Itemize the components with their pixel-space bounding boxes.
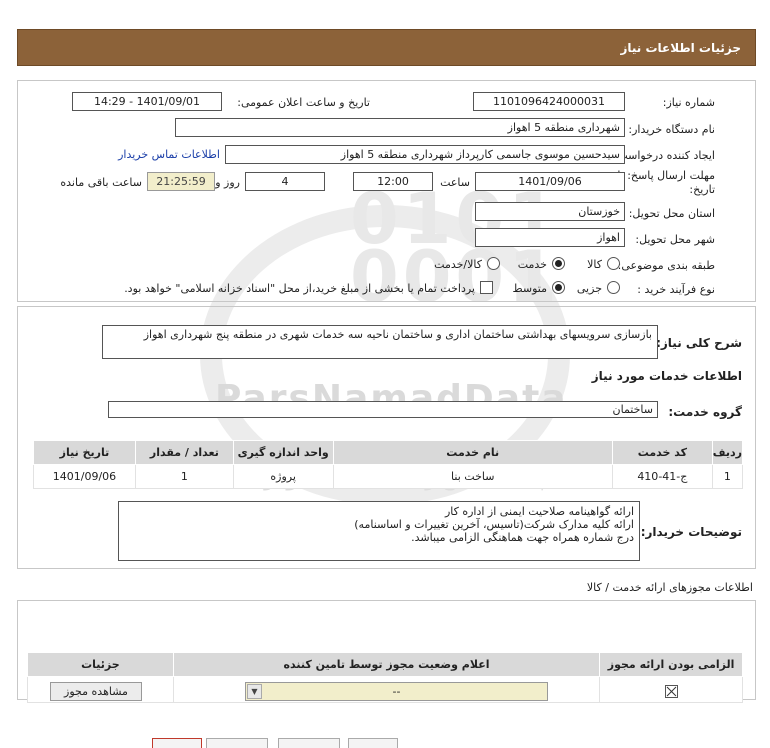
service-group-label: گروه خدمت:: [668, 405, 742, 419]
permits-section-title: اطلاعات مجوزهای ارائه خدمت / کالا: [586, 581, 753, 594]
page-title: جزئیات اطلاعات نیاز: [620, 40, 741, 55]
days-field[interactable]: 4: [245, 172, 325, 191]
process-label: نوع فرآیند خرید :: [637, 283, 715, 296]
buyer-org-label: نام دستگاه خریدار:: [628, 123, 715, 136]
province-field[interactable]: خوزستان: [475, 202, 625, 221]
need-number-label: شماره نیاز:: [662, 96, 715, 109]
category-option-goods-service: کالا/خدمت: [434, 258, 482, 271]
col-service-name: نام خدمت: [332, 440, 613, 465]
dropdown-arrow-icon[interactable]: ▼: [247, 684, 262, 699]
cell-service-name: ساخت بنا: [332, 464, 613, 489]
cell-quantity: 1: [134, 464, 234, 489]
announce-field[interactable]: 1401/09/01 - 14:29: [72, 92, 222, 111]
process-option-medium: متوسط: [512, 282, 547, 295]
col-permit-details: جزئیات: [27, 652, 174, 677]
creator-field[interactable]: سیدحسین موسوی جاسمی کارپرداز شهرداری منط…: [225, 145, 625, 164]
col-permit-status: اعلام وضعیت مجوز توسط تامین کننده: [172, 652, 601, 677]
permit-required-checkbox: [665, 685, 678, 698]
buyer-org-field[interactable]: شهرداری منطقه 5 اهواز: [175, 118, 625, 137]
category-radio-service[interactable]: [552, 257, 565, 270]
category-radio-goods[interactable]: [607, 257, 620, 270]
category-radio-goods-service[interactable]: [487, 257, 500, 270]
col-service-code: کد خدمت: [611, 440, 713, 465]
summary-field[interactable]: بازسازی سرویسهای بهداشتی ساختمان اداری و…: [102, 325, 658, 359]
footer-button-2[interactable]: [206, 738, 268, 748]
cell-row: 1: [711, 464, 744, 489]
footer-button-4[interactable]: [348, 738, 398, 748]
cell-unit: پروژه: [232, 464, 334, 489]
treasury-payment-checkbox[interactable]: [480, 281, 493, 294]
col-row: ردیف: [711, 440, 744, 465]
page-header: جزئیات اطلاعات نیاز: [17, 29, 756, 66]
deadline-time-field[interactable]: 12:00: [353, 172, 433, 191]
province-label: استان محل تحویل:: [628, 207, 715, 220]
deadline-label-date: تاریخ:: [689, 183, 715, 196]
col-permit-required: الزامی بودن ارائه مجوز: [599, 652, 743, 677]
buyer-notes-label: توضیحات خریدار:: [640, 525, 742, 539]
table-row[interactable]: 1 ج-41-410 ساخت بنا پروژه 1 1401/09/06: [33, 464, 744, 489]
creator-label: ایجاد کننده درخواست:: [613, 149, 715, 162]
permit-status-select[interactable]: -- ▼: [245, 682, 548, 701]
col-unit: واحد اندازه گیری: [232, 440, 334, 465]
remaining-time-field: 21:25:59: [147, 172, 215, 191]
city-field[interactable]: اهواز: [475, 228, 625, 247]
announce-label: تاریخ و ساعت اعلان عمومی:: [237, 96, 370, 109]
view-permit-button[interactable]: مشاهده مجوز: [50, 682, 142, 701]
remaining-label: ساعت باقی مانده: [60, 176, 142, 189]
service-group-field[interactable]: ساختمان: [108, 401, 658, 418]
buyer-notes-field[interactable]: ارائه گواهینامه صلاحیت ایمنی از اداره کا…: [118, 501, 640, 561]
category-label: طبقه بندی موضوعی:: [617, 259, 715, 272]
col-need-date: تاریخ نیاز: [33, 440, 136, 465]
footer-button-1[interactable]: [152, 738, 202, 748]
time-label: ساعت: [440, 176, 470, 189]
deadline-label: مهلت ارسال پاسخ: تا: [617, 169, 715, 182]
category-option-goods: کالا: [587, 258, 602, 271]
x-mark-icon: [666, 686, 677, 697]
need-number-field[interactable]: 1101096424000031: [473, 92, 625, 111]
process-radio-medium[interactable]: [552, 281, 565, 294]
contact-buyer-link[interactable]: اطلاعات تماس خریدار: [118, 148, 220, 161]
cell-service-code: ج-41-410: [611, 464, 713, 489]
col-quantity: تعداد / مقدار: [134, 440, 234, 465]
cell-need-date: 1401/09/06: [33, 464, 136, 489]
days-label: روز و: [215, 176, 240, 189]
permit-status-value: --: [392, 685, 401, 698]
city-label: شهر محل تحویل:: [635, 233, 715, 246]
process-option-minor: جزیی: [576, 282, 602, 295]
services-section-title: اطلاعات خدمات مورد نیاز: [591, 369, 742, 383]
summary-label: شرح کلی نیاز:: [656, 336, 742, 350]
footer-button-3[interactable]: [278, 738, 340, 748]
treasury-payment-note: پرداخت تمام یا بخشی از مبلغ خرید،از محل …: [124, 282, 475, 295]
deadline-date-field[interactable]: 1401/09/06: [475, 172, 625, 191]
services-table: ردیف کد خدمت نام خدمت واحد اندازه گیری ت…: [33, 440, 744, 489]
category-option-service: خدمت: [517, 258, 547, 271]
process-radio-minor[interactable]: [607, 281, 620, 294]
